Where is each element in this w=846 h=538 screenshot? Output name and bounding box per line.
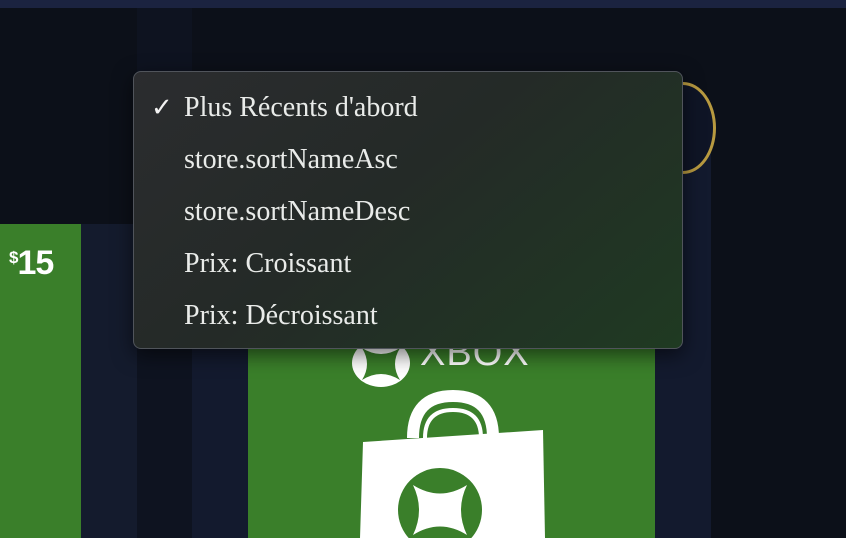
card-price: $15 [9,244,54,282]
sort-option-price-desc[interactable]: Prix: Décroissant [134,295,682,347]
sort-option-label: store.sortNameAsc [184,144,398,175]
sort-dropdown-menu: ✓ Plus Récents d'abord store.sortNameAsc… [133,71,683,349]
sort-option-price-asc[interactable]: Prix: Croissant [134,243,682,295]
sort-option-label: Prix: Décroissant [184,300,378,331]
top-bar [0,0,846,8]
sort-option-label: store.sortNameDesc [184,196,411,227]
sort-option-label: Prix: Croissant [184,248,352,279]
card-gap-panel [81,224,137,538]
sort-option-name-desc[interactable]: store.sortNameDesc [134,191,682,243]
shopping-bag-icon [360,390,545,538]
sort-option-newest[interactable]: ✓ Plus Récents d'abord [134,87,682,139]
checkmark-icon: ✓ [151,93,173,123]
sort-option-label: Plus Récents d'abord [184,92,418,123]
sort-option-name-asc[interactable]: store.sortNameAsc [134,139,682,191]
